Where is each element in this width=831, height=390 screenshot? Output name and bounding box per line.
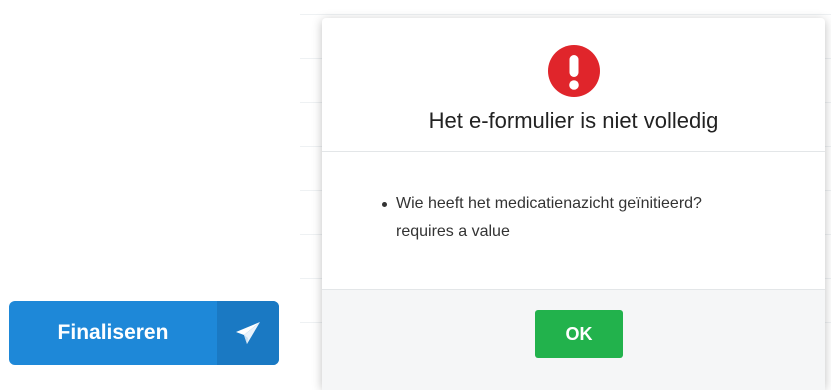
- exclamation-circle-icon: [547, 45, 600, 97]
- validation-message: Wie heeft het medicatienazicht geïnitiee…: [382, 190, 702, 246]
- table-row-divider: [300, 14, 831, 15]
- dialog-header: Het e-formulier is niet volledig: [322, 18, 825, 152]
- validation-message-question: Wie heeft het medicatienazicht geïnitiee…: [396, 195, 702, 212]
- ok-button[interactable]: OK: [535, 310, 623, 358]
- dialog-footer: OK: [322, 289, 825, 390]
- dialog-body: Wie heeft het medicatienazicht geïnitiee…: [322, 152, 825, 289]
- finalize-button[interactable]: Finaliseren: [9, 301, 279, 365]
- dialog-title: Het e-formulier is niet volledig: [428, 108, 719, 133]
- validation-message-detail: requires a value: [396, 223, 510, 240]
- incomplete-form-dialog: Het e-formulier is niet volledig Wie hee…: [322, 18, 825, 390]
- finalize-button-label: Finaliseren: [57, 321, 169, 344]
- validation-message-list: Wie heeft het medicatienazicht geïnitiee…: [382, 190, 702, 246]
- paper-plane-icon: [217, 301, 279, 365]
